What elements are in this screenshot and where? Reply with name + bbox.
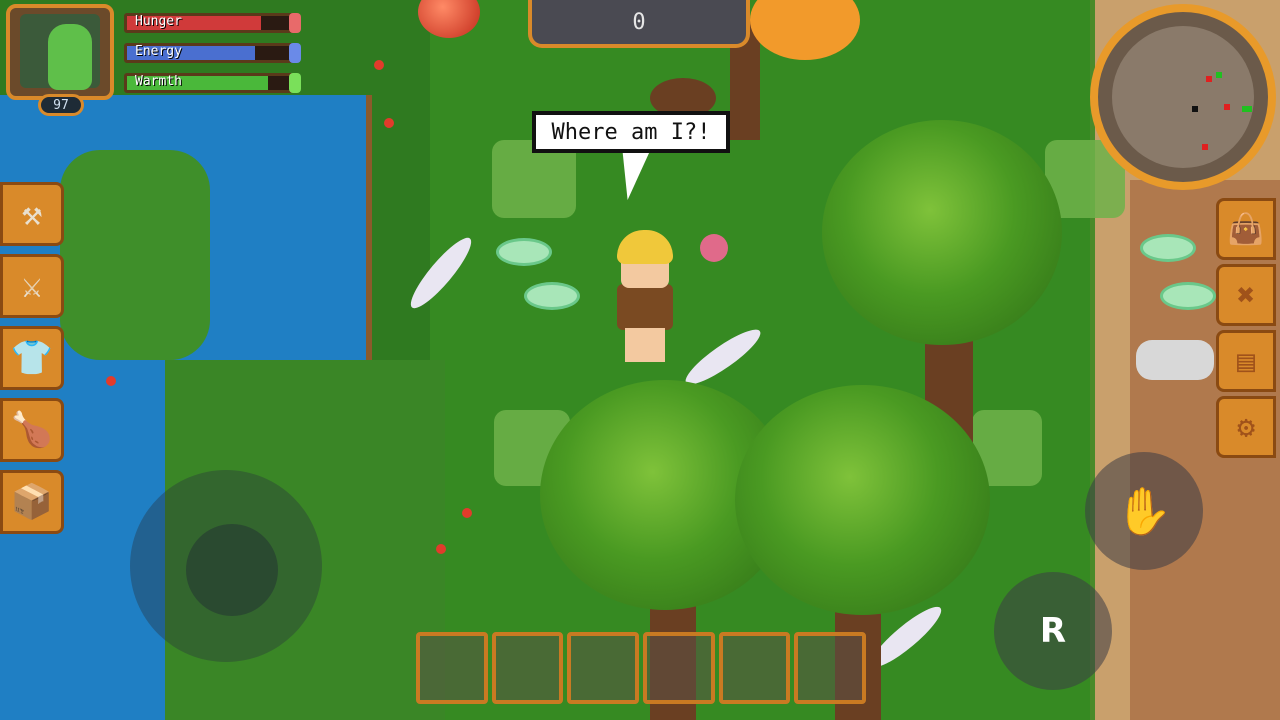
book-icon: ▤ — [1236, 343, 1256, 379]
crafting-button[interactable]: ✖ — [1216, 264, 1276, 326]
shirt-icon: 👕 — [10, 338, 54, 378]
avatar — [48, 24, 92, 90]
hammer-button[interactable]: ⚒ — [0, 182, 64, 246]
food-icon: 🍗 — [10, 410, 54, 450]
armor-button[interactable]: 👕 — [0, 326, 64, 390]
red-flower — [462, 508, 472, 518]
hammer-icon: ⚒ — [21, 194, 43, 234]
minimap-marker — [1216, 72, 1222, 78]
animal[interactable] — [1136, 340, 1214, 380]
minimap[interactable] — [1090, 4, 1276, 190]
tree[interactable] — [822, 120, 1062, 345]
lily-pad — [524, 282, 580, 310]
minimap-marker — [1242, 106, 1252, 112]
hunger-bar: Hunger — [124, 13, 301, 33]
level-badge: 97 — [38, 94, 84, 116]
hotbar-slot-4[interactable] — [643, 632, 715, 704]
hotbar-slot-5[interactable] — [718, 632, 791, 704]
attack-button[interactable]: ✋ — [1085, 452, 1203, 570]
minimap-player — [1192, 106, 1198, 112]
joystick-knob[interactable] — [186, 524, 278, 616]
minimap-marker — [1206, 76, 1212, 82]
minimap-view — [1112, 26, 1254, 168]
portrait-frame — [20, 14, 100, 90]
player-portrait[interactable] — [6, 4, 114, 100]
hotbar-slot-1[interactable] — [416, 632, 488, 704]
action-r-button[interactable]: R — [994, 572, 1112, 690]
player-legs — [625, 328, 665, 362]
hand-icon: ✋ — [1115, 483, 1173, 538]
sword-icon: ⚔ — [21, 266, 43, 306]
box-icon: 📦 — [10, 482, 54, 522]
bag-icon: 👜 — [1227, 211, 1265, 247]
hotbar-slot-6[interactable] — [794, 632, 867, 704]
storage-button[interactable]: 📦 — [0, 470, 64, 534]
hotbar-slot-2[interactable] — [491, 632, 564, 704]
score-counter: 0 — [528, 0, 750, 48]
red-flower — [384, 118, 394, 128]
gear-icon: ⚙ — [1236, 409, 1256, 445]
hotbar — [416, 632, 867, 704]
hotbar-slot-3[interactable] — [567, 632, 640, 704]
player-tunic — [617, 284, 673, 330]
lily-pad — [496, 238, 552, 266]
food-button[interactable]: 🍗 — [0, 398, 64, 462]
pink-flower[interactable] — [700, 234, 728, 262]
minimap-marker — [1224, 104, 1230, 110]
warmth-bar: Warmth — [124, 73, 301, 93]
crossed-tools-icon: ✖ — [1236, 277, 1256, 313]
hunger-cap — [289, 13, 301, 33]
lily-pad — [1140, 234, 1196, 262]
speech-bubble: Where am I?! — [532, 111, 730, 153]
tree[interactable] — [735, 385, 990, 615]
journal-button[interactable]: ▤ — [1216, 330, 1276, 392]
sword-button[interactable]: ⚔ — [0, 254, 64, 318]
action-r-label: R — [1039, 611, 1067, 651]
red-flower — [106, 376, 116, 386]
warmth-cap — [289, 73, 301, 93]
energy-label: Energy — [135, 44, 182, 59]
grass-island — [60, 150, 210, 360]
red-flower — [436, 544, 446, 554]
inventory-button[interactable]: 👜 — [1216, 198, 1276, 260]
energy-bar: Energy — [124, 43, 301, 63]
settings-button[interactable]: ⚙ — [1216, 396, 1276, 458]
hunger-label: Hunger — [135, 14, 182, 29]
player-character — [603, 230, 687, 366]
warmth-label: Warmth — [135, 74, 182, 89]
minimap-marker — [1202, 144, 1208, 150]
player-hair — [617, 230, 673, 264]
red-flower — [374, 60, 384, 70]
lily-pad — [1160, 282, 1216, 310]
energy-cap — [289, 43, 301, 63]
